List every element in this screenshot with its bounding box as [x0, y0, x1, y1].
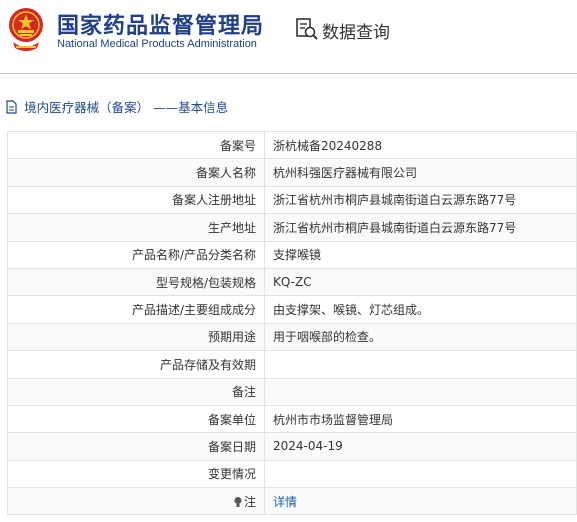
- table-row: 产品描述/主要组成成分 由支撑架、喉镜、灯芯组成。: [7, 295, 577, 324]
- field-label: 备案单位: [7, 404, 265, 434]
- field-label: 备注: [7, 377, 265, 406]
- document-icon: [6, 99, 17, 114]
- section-title: 境内医疗器械（备案） ——基本信息: [24, 100, 229, 115]
- table-row: 变更情况: [7, 459, 577, 489]
- field-label: 预期用途: [7, 322, 265, 352]
- field-value: 2024-04-19: [264, 432, 577, 461]
- field-value: 杭州市市场监督管理局: [264, 404, 577, 434]
- field-label: 产品存储及有效期: [7, 350, 265, 379]
- field-label: 备案人名称: [7, 158, 265, 187]
- field-label: 注: [7, 487, 265, 516]
- table-row: 备案人名称 杭州科强医疗器械有限公司: [7, 158, 577, 187]
- table-row: 产品存储及有效期: [7, 350, 577, 379]
- table-row: 注 详情: [7, 487, 577, 516]
- field-value: 由支撑架、喉镜、灯芯组成。: [264, 295, 577, 324]
- table-row: 型号规格/包装规格 KQ-ZC: [7, 267, 577, 297]
- table-row: 产品名称/产品分类名称 支撑喉镜: [7, 240, 577, 269]
- section-heading: 境内医疗器械（备案） ——基本信息: [6, 96, 228, 116]
- field-value: 杭州科强医疗器械有限公司: [264, 158, 577, 187]
- field-value: [264, 459, 577, 489]
- field-label: 备案号: [7, 130, 265, 160]
- field-value: 支撑喉镜: [264, 240, 577, 269]
- field-label: 变更情况: [7, 459, 265, 489]
- site-title: 国家药品监督管理局: [57, 14, 265, 39]
- note-icon: [234, 496, 242, 507]
- field-value: [264, 350, 577, 379]
- field-label: 型号规格/包装规格: [7, 267, 265, 297]
- table-row: 预期用途 用于咽喉部的检查。: [7, 322, 577, 352]
- basic-info-table: 备案号 浙杭械备20240288 备案人名称 杭州科强医疗器械有限公司 备案人注…: [7, 130, 577, 516]
- site-header: 国家药品监督管理局 National Medical Products Admi…: [0, 0, 577, 62]
- site-subtitle: National Medical Products Administration: [57, 38, 257, 50]
- data-query-link[interactable]: 数据查询: [322, 18, 390, 43]
- field-label: 产品描述/主要组成成分: [7, 295, 265, 324]
- field-label: 备案人注册地址: [7, 185, 265, 215]
- field-value: 用于咽喉部的检查。: [264, 322, 577, 352]
- header-divider: [0, 73, 577, 74]
- table-row: 备案日期 2024-04-19: [7, 432, 577, 461]
- details-link[interactable]: 详情: [273, 495, 297, 509]
- national-emblem-icon: [9, 8, 43, 51]
- table-row: 生产地址 浙江省杭州市桐庐县城南街道白云源东路77号: [7, 213, 577, 242]
- field-label: 产品名称/产品分类名称: [7, 240, 265, 269]
- field-label: 备案日期: [7, 432, 265, 461]
- table-row: 备案单位 杭州市市场监督管理局: [7, 404, 577, 434]
- field-value: KQ-ZC: [264, 267, 577, 297]
- field-value: 浙杭械备20240288: [264, 130, 577, 160]
- table-row: 备案人注册地址 浙江省杭州市桐庐县城南街道白云源东路77号: [7, 185, 577, 215]
- field-value: 浙江省杭州市桐庐县城南街道白云源东路77号: [264, 213, 577, 242]
- field-value: [264, 377, 577, 406]
- table-row: 备注: [7, 377, 577, 406]
- note-label: 注: [243, 494, 256, 509]
- data-query-icon[interactable]: [296, 17, 318, 41]
- table-row: 备案号 浙杭械备20240288: [7, 130, 577, 160]
- field-value: 详情: [264, 487, 577, 516]
- field-label: 生产地址: [7, 213, 265, 242]
- field-value: 浙江省杭州市桐庐县城南街道白云源东路77号: [264, 185, 577, 215]
